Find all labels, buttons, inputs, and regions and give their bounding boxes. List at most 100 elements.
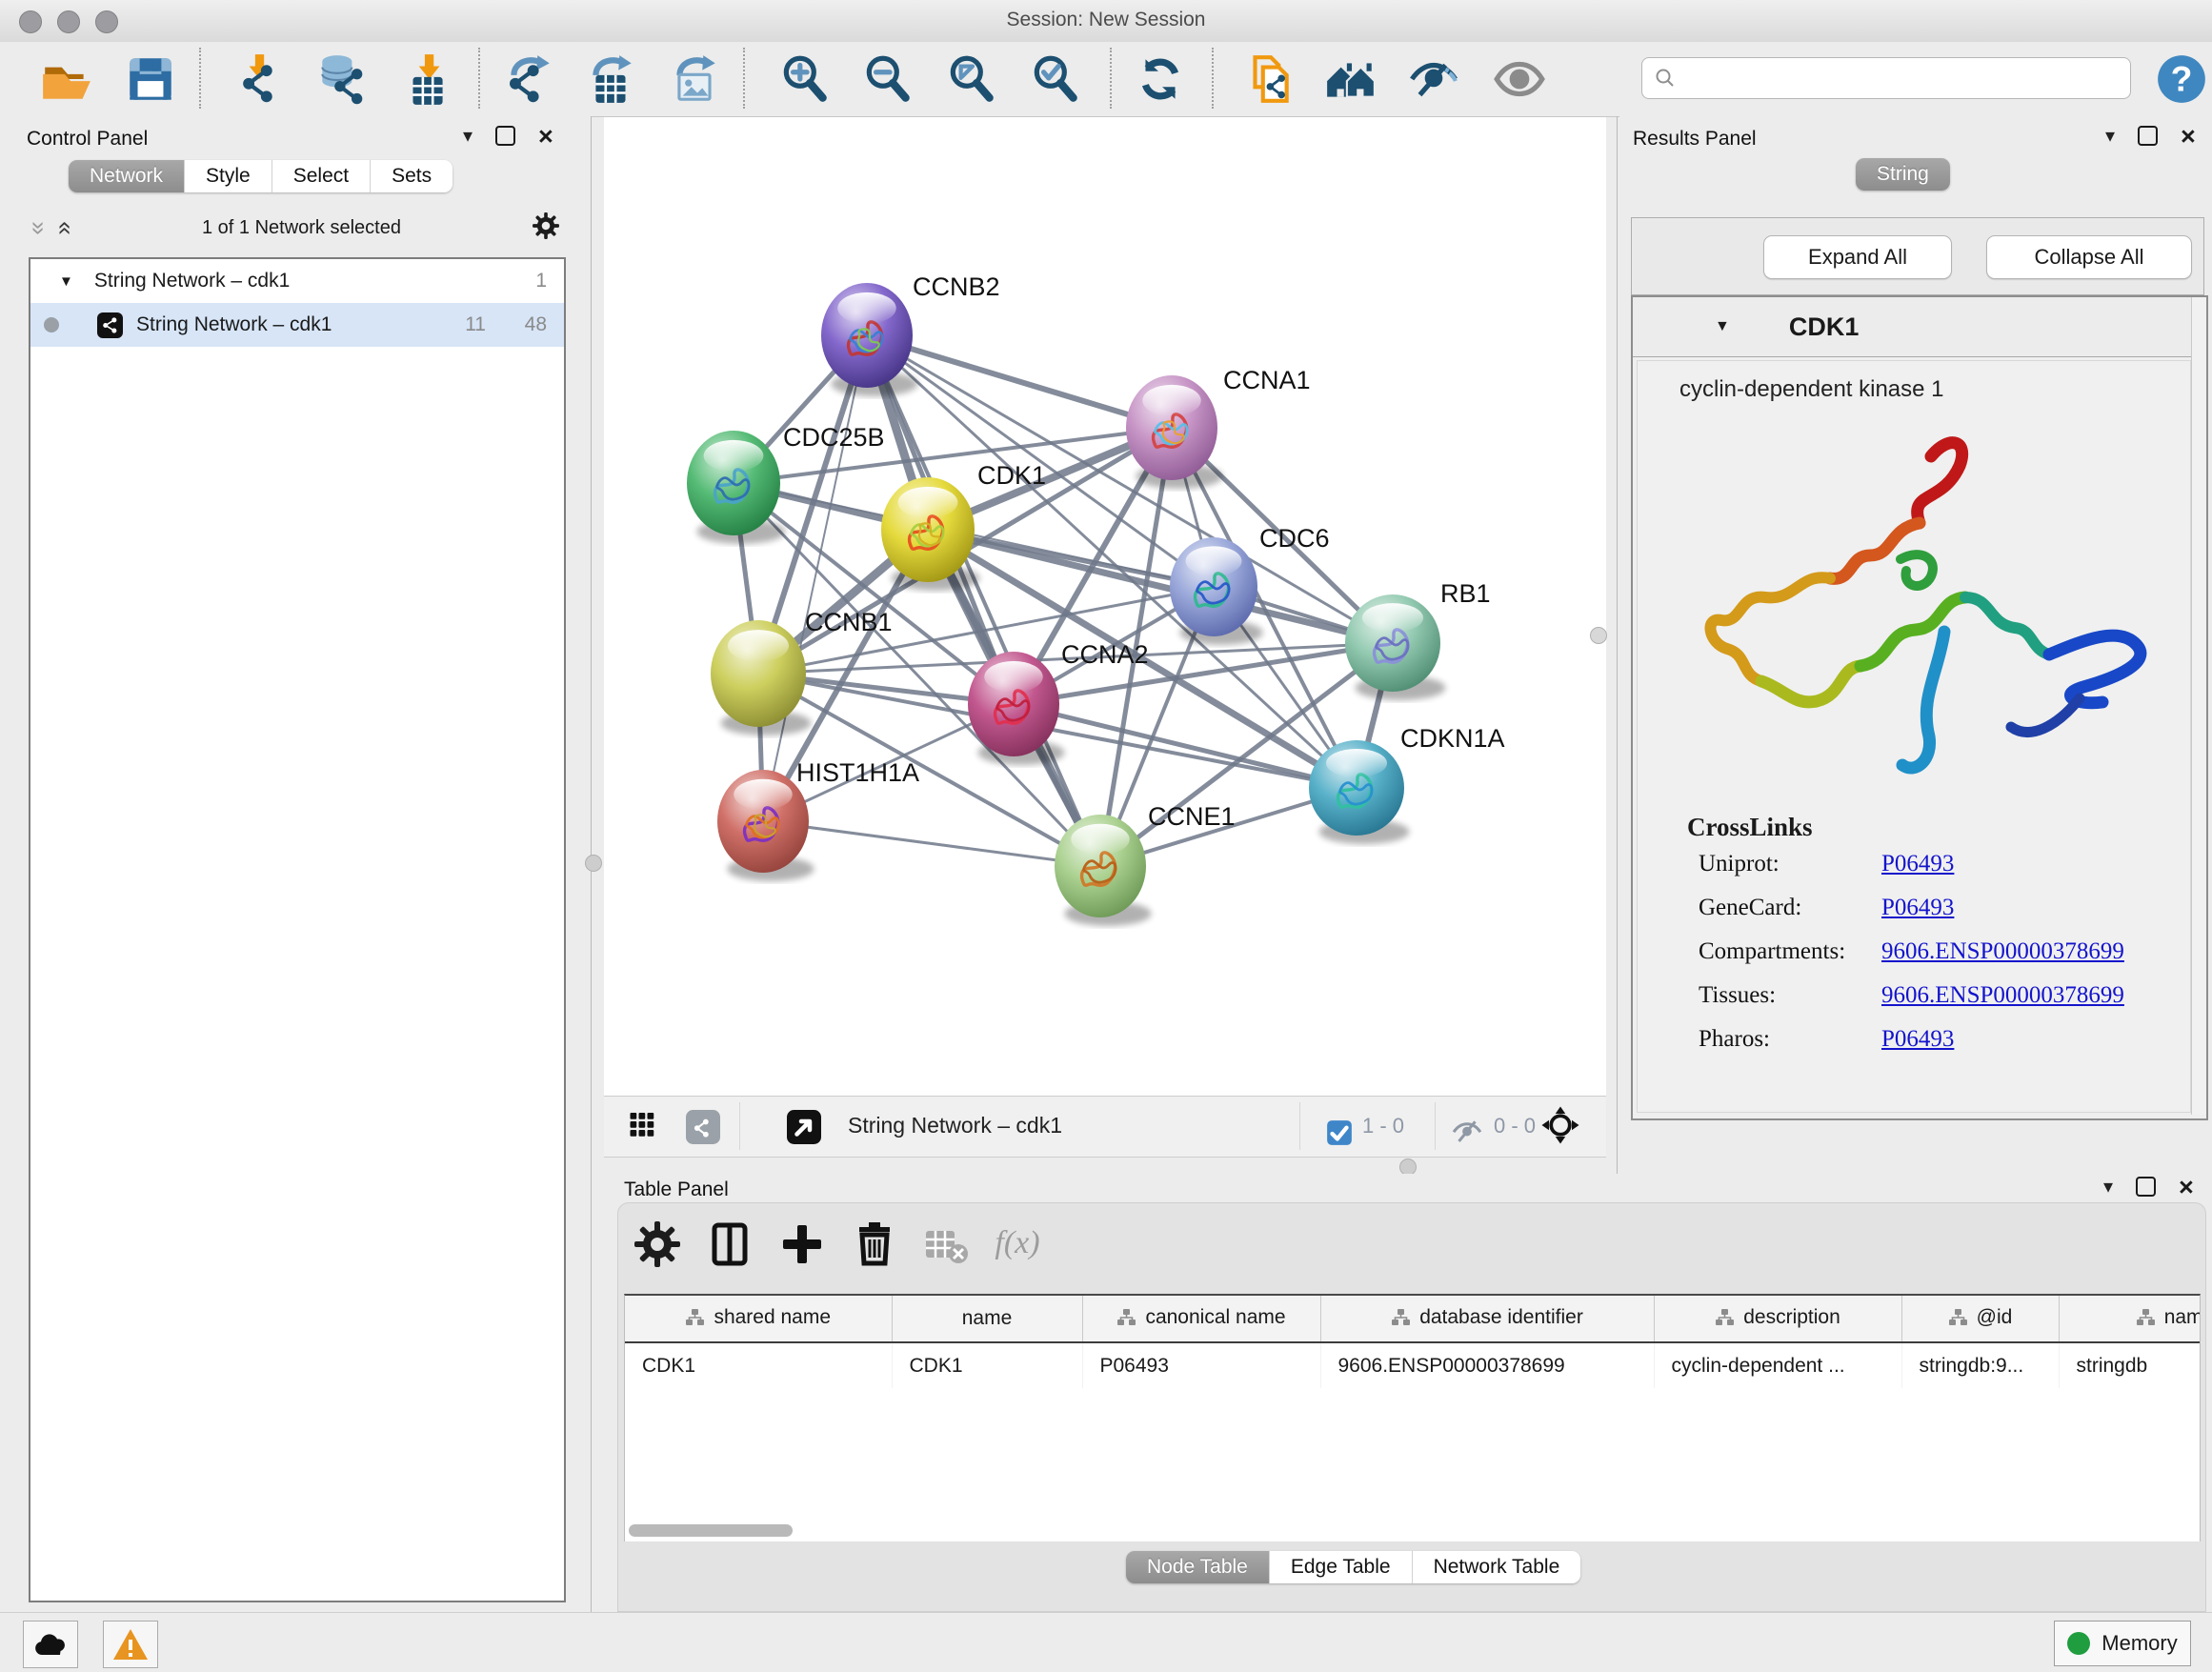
table-panel-close-icon[interactable]: × [2179,1178,2194,1197]
crosslink-link[interactable]: P06493 [1881,895,1954,938]
network-node-HIST1H1A[interactable]: HIST1H1A [717,758,919,881]
network-canvas[interactable]: CCNB2CCNA1CDC25BCDK1CDC6RB1CCNB1CCNA2CDK… [604,117,1606,1096]
export-table-icon[interactable] [584,51,639,107]
right-splitter[interactable] [1617,116,1618,1174]
zoom-fit-icon[interactable] [944,51,999,107]
control-panel-float-icon[interactable] [495,126,515,146]
crosslink-link[interactable]: P06493 [1881,851,1954,895]
zoom-out-icon[interactable] [860,51,915,107]
tab-select[interactable]: Select [272,160,371,192]
show-columns-icon[interactable] [703,1218,756,1271]
search-box[interactable] [1641,57,2131,99]
crosslink-link[interactable]: P06493 [1881,1026,1954,1070]
cloud-button[interactable] [23,1621,78,1668]
right-splitter-handle[interactable] [1590,627,1607,644]
crosslink-link[interactable]: 9606.ENSP00000378699 [1881,938,2124,982]
delete-column-icon[interactable] [848,1218,901,1271]
table-cell[interactable]: 9606.ENSP00000378699 [1320,1342,1654,1388]
network-node-CCNE1[interactable]: CCNE1 [1055,802,1236,926]
clone-network-icon[interactable] [1241,51,1297,107]
current-network-dot [44,317,59,332]
network-node-CDK1[interactable]: CDK1 [881,461,1046,591]
results-panel-float-icon[interactable] [2138,126,2158,146]
help-icon[interactable]: ? [2154,51,2209,107]
tab-edge-table[interactable]: Edge Table [1270,1551,1413,1583]
tab-sets[interactable]: Sets [371,160,452,192]
import-table-icon[interactable] [399,51,454,107]
add-column-icon[interactable] [775,1218,829,1271]
expand-all-networks-icon[interactable]: « [51,221,81,234]
collapse-all-button[interactable]: Collapse All [1986,235,2192,279]
table-hscrollbar[interactable] [629,1524,793,1537]
table-cell[interactable]: stringdb:9... [1901,1342,2059,1388]
zoom-selected-icon[interactable] [1028,51,1083,107]
network-node-CDC6[interactable]: CDC6 [1170,524,1330,645]
network-row-selected[interactable]: String Network – cdk1 11 48 [30,303,564,347]
column-header-description[interactable]: description [1654,1296,1901,1342]
hidden-count: 0 - 0 [1494,1114,1536,1138]
crosslinks-list: Uniprot:P06493GeneCard:P06493Compartment… [1666,851,2181,1070]
node-table[interactable]: shared namenamecanonical namedatabase id… [624,1294,2201,1541]
tab-style[interactable]: Style [185,160,272,192]
table-cell[interactable]: cyclin-dependent ... [1654,1342,1901,1388]
tab-network[interactable]: Network [69,160,185,192]
column-header-@id[interactable]: @id [1901,1296,2059,1342]
results-panel-close-icon[interactable]: × [2181,127,2196,146]
column-header-name[interactable]: name [892,1296,1082,1342]
hidden-eye-icon[interactable] [1451,1111,1483,1151]
node-label-CDK1: CDK1 [977,461,1046,490]
save-session-icon[interactable] [123,51,178,107]
table-cell[interactable]: P06493 [1082,1342,1320,1388]
gene-collapse-icon[interactable]: ▼ [1715,318,1730,335]
network-node-CCNB2[interactable]: CCNB2 [821,272,1000,396]
search-input[interactable] [1677,67,2130,91]
network-collection-row[interactable]: ▼ String Network – cdk1 1 [30,259,564,303]
column-header-canonical-name[interactable]: canonical name [1082,1296,1320,1342]
network-node-RB1[interactable]: RB1 [1345,579,1491,700]
network-node-CCNB1[interactable]: CCNB1 [711,608,893,735]
tree-expand-icon[interactable]: ▼ [59,273,73,290]
results-scrollbar[interactable] [2191,297,2206,1115]
table-cell[interactable]: stringdb [2059,1342,2201,1388]
open-file-icon[interactable] [39,51,94,107]
column-header-namespace[interactable]: namespace [2059,1296,2201,1342]
import-network-icon[interactable] [231,51,287,107]
tab-network-table[interactable]: Network Table [1413,1551,1581,1583]
table-cell[interactable]: CDK1 [892,1342,1082,1388]
export-network-icon[interactable] [502,51,557,107]
control-panel-menu-icon[interactable]: ▾ [463,127,473,146]
string-home-icon[interactable] [1323,51,1378,107]
zoom-in-icon[interactable] [777,51,833,107]
detach-view-icon[interactable] [784,1107,824,1147]
import-network-from-database-icon[interactable] [313,51,369,107]
expand-all-button[interactable]: Expand All [1763,235,1952,279]
crosslink-link[interactable]: 9606.ENSP00000378699 [1881,982,2124,1026]
node-label-CCNA2: CCNA2 [1061,640,1149,669]
results-panel-menu-icon[interactable]: ▾ [2105,127,2115,146]
column-header-shared-name[interactable]: shared name [625,1296,892,1342]
selected-checkbox-icon[interactable] [1325,1113,1354,1153]
table-cell[interactable]: CDK1 [625,1342,892,1388]
birds-eye-view-icon[interactable] [1538,1105,1582,1145]
export-image-icon[interactable] [668,51,723,107]
table-row[interactable]: CDK1CDK1P064939606.ENSP00000378699cyclin… [625,1342,2201,1388]
table-panel-menu-icon[interactable]: ▾ [2103,1178,2113,1197]
table-panel-float-icon[interactable] [2136,1177,2156,1197]
left-splitter-handle[interactable] [585,855,602,872]
tab-node-table[interactable]: Node Table [1126,1551,1270,1583]
network-options-gear-icon[interactable] [530,210,562,247]
apply-layout-icon[interactable] [1133,51,1188,107]
gene-section-header[interactable]: ▼ CDK1 [1633,297,2191,357]
hide-glass-icon[interactable] [1406,51,1461,107]
control-panel-close-icon[interactable]: × [538,127,553,146]
memory-button[interactable]: Memory [2054,1621,2191,1666]
results-panel-tab-string[interactable]: String [1856,158,1950,191]
table-options-gear-icon[interactable] [631,1218,684,1271]
warnings-button[interactable] [103,1621,158,1668]
node-label-CCNE1: CCNE1 [1148,802,1236,831]
column-header-database-identifier[interactable]: database identifier [1320,1296,1654,1342]
network-node-CDKN1A[interactable]: CDKN1A [1309,724,1505,844]
grid-view-icon[interactable] [626,1107,666,1147]
collapse-all-networks-icon[interactable]: » [25,221,54,234]
network-share-icon[interactable] [683,1107,723,1147]
